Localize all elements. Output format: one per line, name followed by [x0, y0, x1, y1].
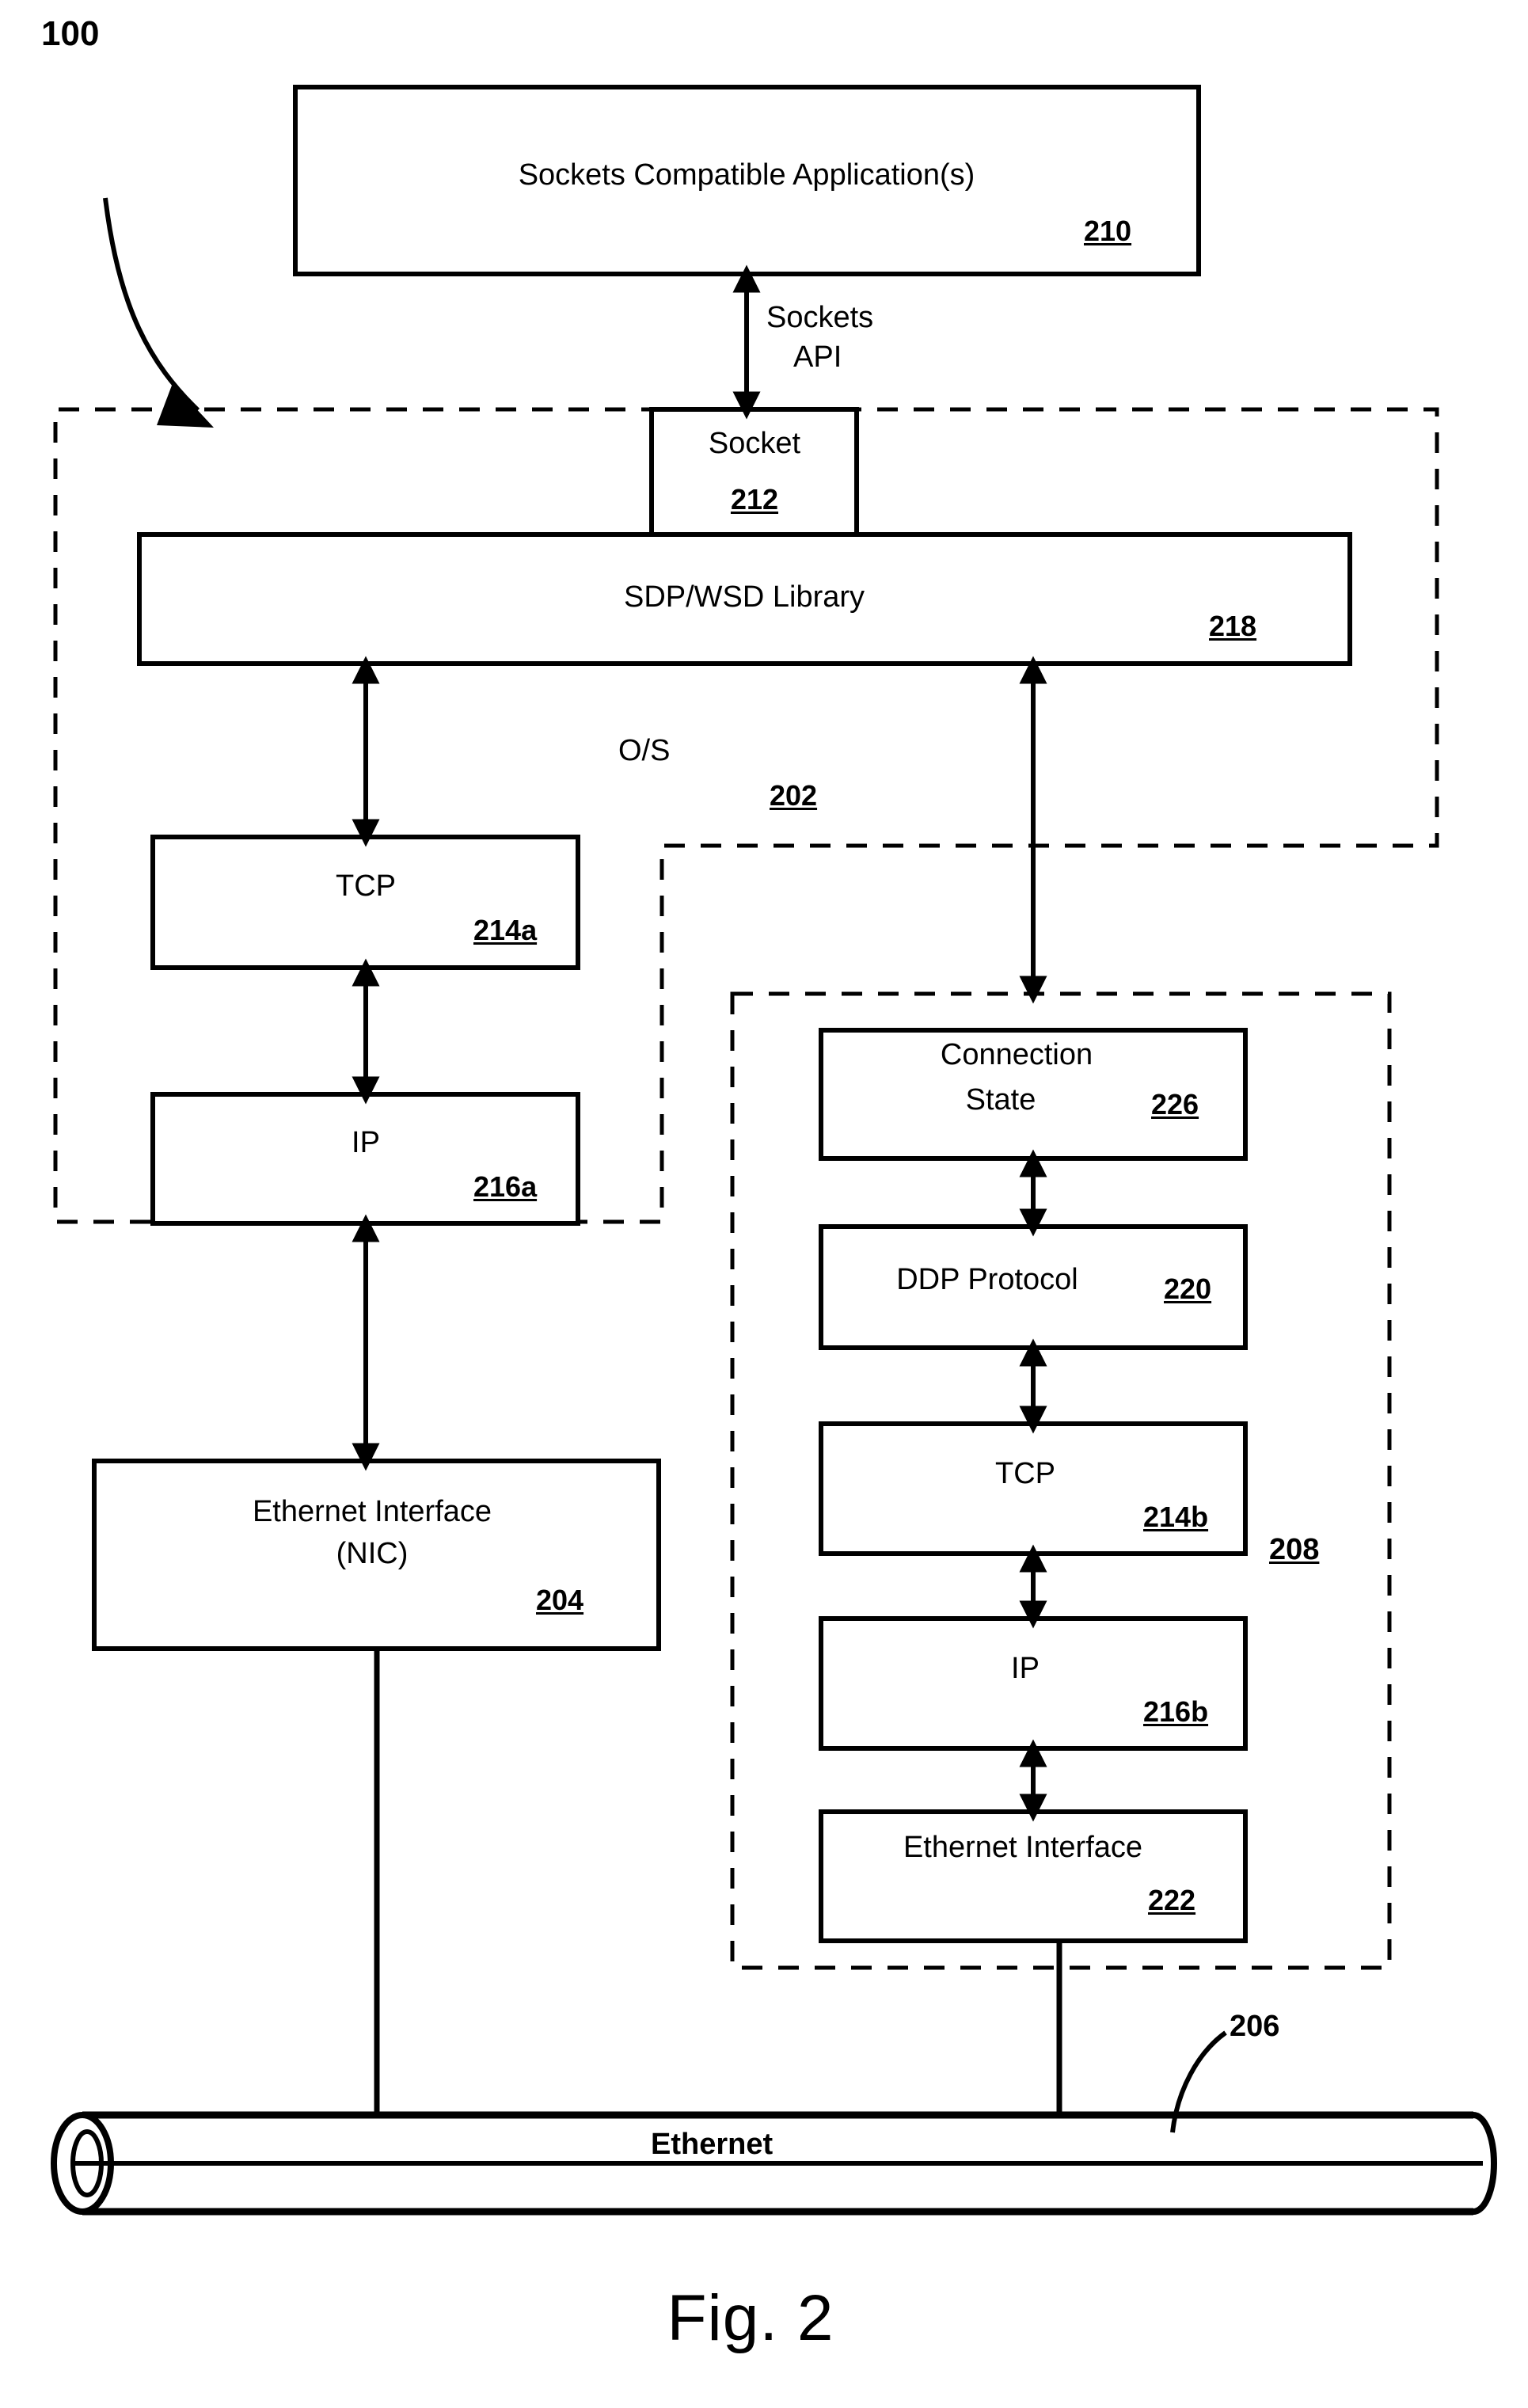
library-box-label: SDP/WSD Library — [623, 580, 865, 614]
connection-state-label-line1: Connection — [940, 1038, 1093, 1071]
socket-box-label: Socket — [708, 427, 801, 460]
system-leader-line — [103, 197, 200, 413]
connection-state-label-line2: State — [965, 1083, 1036, 1117]
sockets-api-label-line1: Sockets — [766, 301, 874, 334]
tcp-offload-ref: 214b — [1143, 1501, 1209, 1533]
ethernet-bus-label: Ethernet — [651, 2128, 774, 2161]
system-reference-number: 100 — [41, 14, 100, 53]
patent-figure: 100 Sockets Compatible Application(s) 21… — [0, 0, 1528, 2408]
ip-offload-label: IP — [1011, 1652, 1040, 1685]
ip-offload-ref: 216b — [1143, 1695, 1209, 1728]
application-box-ref: 210 — [1084, 215, 1132, 247]
system-leader-arrowhead — [157, 383, 214, 428]
connection-state-ref: 226 — [1151, 1088, 1199, 1120]
os-region-ref: 202 — [770, 779, 818, 812]
library-box-ref: 218 — [1209, 610, 1257, 642]
figure-caption: Fig. 2 — [667, 2282, 834, 2354]
ddp-protocol-label: DDP Protocol — [896, 1263, 1078, 1296]
ddp-protocol-ref: 220 — [1164, 1272, 1212, 1305]
socket-box-ref: 212 — [730, 483, 779, 515]
tcp-offload-label: TCP — [995, 1457, 1055, 1490]
tcp-host-box-ref: 214a — [473, 914, 538, 946]
nic-box-label-line2: (NIC) — [336, 1537, 409, 1570]
nic-box-label-line1: Ethernet Interface — [252, 1495, 492, 1528]
diagram-vector-layer — [51, 85, 1497, 2216]
ip-host-box-ref: 216a — [473, 1170, 538, 1203]
ethernet-interface-offload-ref: 222 — [1148, 1884, 1196, 1916]
tcp-host-box-label: TCP — [336, 869, 396, 903]
os-region-label: O/S — [618, 734, 671, 767]
offload-region-ref: 208 — [1269, 1533, 1320, 1566]
nic-box-ref: 204 — [536, 1584, 584, 1616]
bus-reference-number: 206 — [1230, 2010, 1280, 2043]
sockets-api-label-line2: API — [793, 340, 842, 374]
ethernet-interface-offload-label: Ethernet Interface — [903, 1831, 1143, 1864]
application-box-label: Sockets Compatible Application(s) — [518, 158, 975, 192]
ethernet-bus — [51, 2111, 1497, 2216]
ip-host-box-label: IP — [352, 1126, 380, 1159]
